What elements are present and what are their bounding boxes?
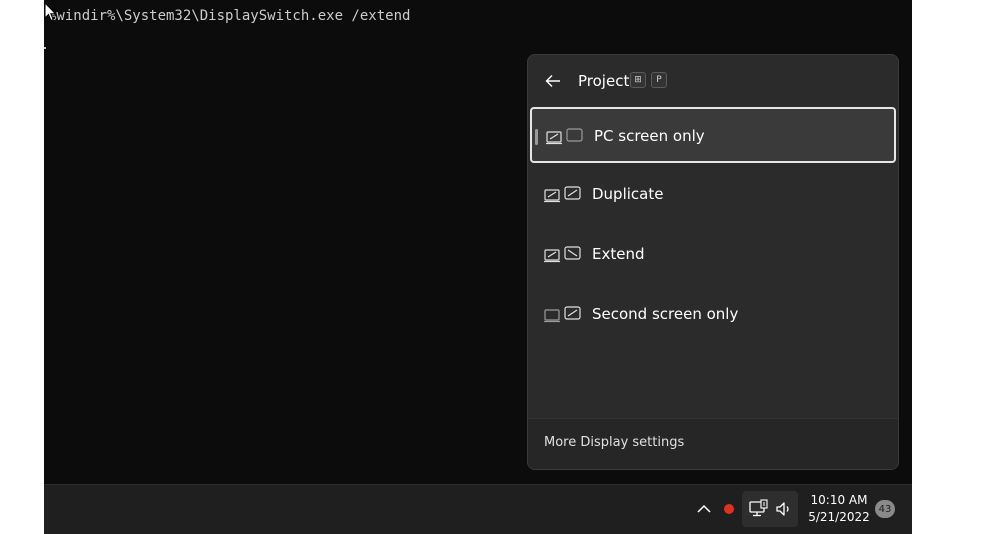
- quick-settings-button[interactable]: [742, 491, 798, 527]
- option-duplicate[interactable]: Duplicate: [530, 167, 896, 223]
- panel-title: Project: [578, 72, 630, 90]
- notification-badge[interactable]: 43: [875, 500, 895, 518]
- network-icon: [749, 499, 768, 517]
- p-key: P: [651, 72, 667, 88]
- option-label: Duplicate: [592, 185, 664, 203]
- second-screen-only-icon: [544, 306, 581, 323]
- volume-icon: [776, 502, 789, 516]
- option-extend[interactable]: Extend: [530, 227, 896, 283]
- option-second-screen-only[interactable]: Second screen only: [530, 287, 896, 343]
- left-margin: [0, 0, 44, 534]
- back-arrow-icon: [545, 75, 560, 87]
- selection-indicator: [535, 129, 538, 145]
- option-label: Second screen only: [592, 305, 739, 323]
- mouse-pointer-icon: [44, 2, 57, 22]
- clock-time: 10:10 AM: [810, 493, 868, 507]
- windows-key-icon: ⊞: [630, 72, 646, 88]
- back-button[interactable]: [542, 70, 564, 92]
- option-pc-screen-only[interactable]: PC screen only: [530, 107, 896, 163]
- panel-header: Project ⊞ P: [528, 55, 898, 105]
- pc-screen-only-icon: [546, 128, 583, 145]
- extend-icon: [544, 246, 581, 263]
- chevron-up-icon[interactable]: [696, 501, 712, 517]
- command-text: %windir%\System32\DisplaySwitch.exe /ext…: [48, 8, 411, 24]
- right-margin: [912, 0, 999, 534]
- project-panel: Project ⊞ P PC screen only Duplicate Ext…: [527, 54, 899, 470]
- more-display-settings-link[interactable]: More Display settings: [544, 435, 684, 450]
- option-label: PC screen only: [594, 127, 705, 145]
- panel-footer: More Display settings: [528, 418, 898, 469]
- text-cursor: [44, 47, 46, 49]
- option-label: Extend: [592, 245, 645, 263]
- duplicate-icon: [544, 186, 581, 203]
- taskbar-clock[interactable]: 10:10 AM 5/21/2022: [804, 492, 874, 526]
- taskbar: 10:10 AM 5/21/2022 43: [44, 484, 912, 534]
- recording-icon[interactable]: [724, 504, 734, 514]
- clock-date: 5/21/2022: [808, 510, 870, 524]
